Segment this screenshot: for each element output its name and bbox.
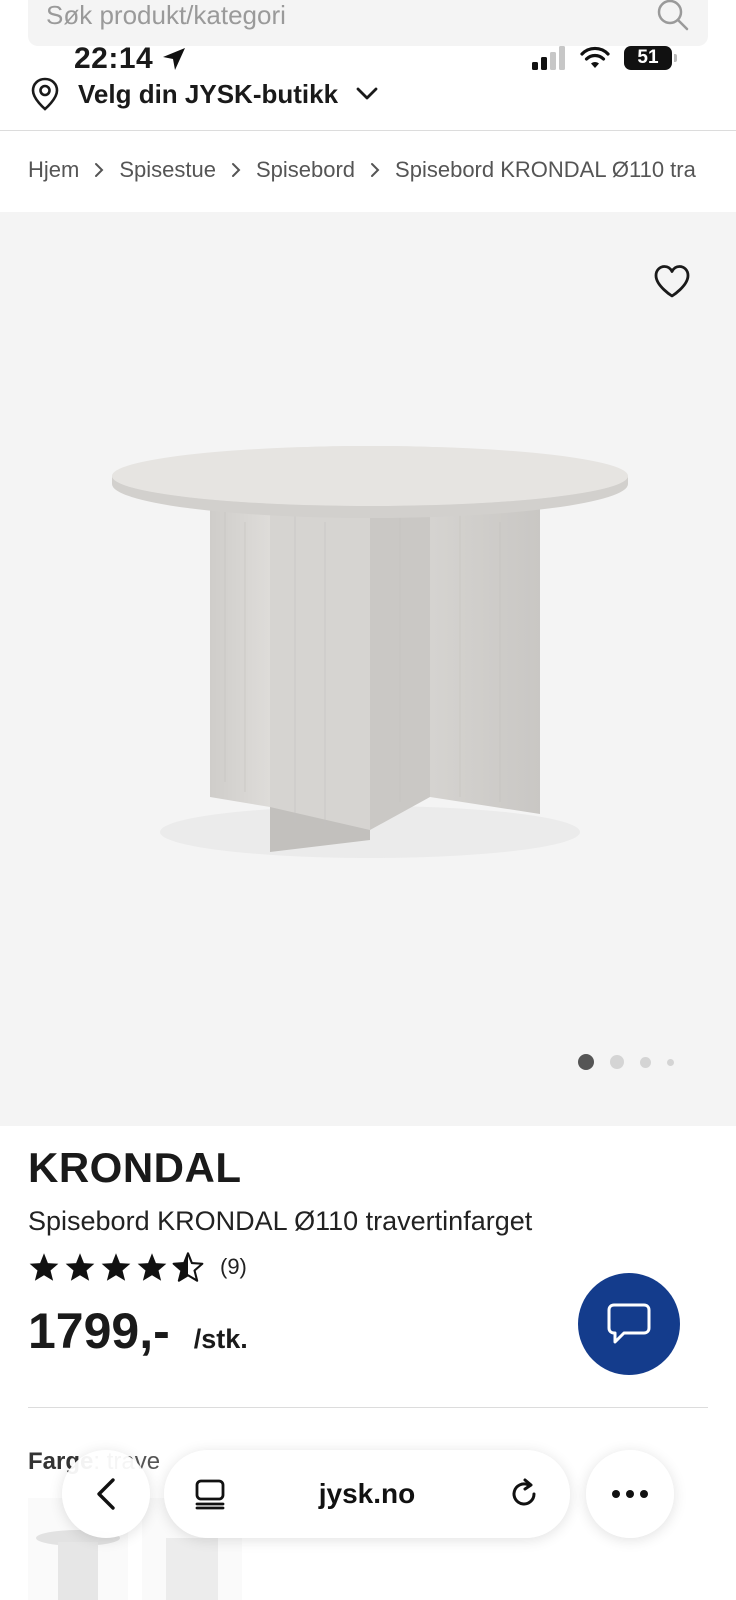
- star-half-icon: [172, 1252, 204, 1282]
- battery-level: 51: [637, 47, 659, 68]
- chevron-right-icon: [355, 162, 395, 178]
- info-divider: [28, 1407, 708, 1408]
- price-row: 1799,- /stk.: [28, 1302, 248, 1360]
- breadcrumb-item-spisebord[interactable]: Spisebord: [256, 157, 355, 183]
- wifi-icon: [580, 46, 610, 68]
- breadcrumb: Hjem Spisestue Spisebord Spisebord KROND…: [28, 152, 736, 188]
- store-selector[interactable]: Velg din JYSK-butikk: [30, 74, 378, 114]
- status-time: 22:14: [74, 42, 187, 76]
- gallery-dot[interactable]: [640, 1056, 651, 1068]
- chat-bubble-icon: [607, 1303, 651, 1344]
- product-name: Spisebord KRONDAL Ø110 travertinfarget: [28, 1206, 533, 1236]
- breadcrumb-item-home[interactable]: Hjem: [28, 157, 79, 183]
- price-unit: /stk.: [193, 1324, 248, 1354]
- header-divider: [0, 130, 736, 131]
- chevron-down-icon: [356, 87, 378, 100]
- product-price: 1799,-: [28, 1303, 170, 1359]
- store-selector-label: Velg din JYSK-butikk: [78, 78, 339, 109]
- star-icon: [29, 1253, 59, 1281]
- location-arrow-icon: [163, 48, 186, 70]
- search-input[interactable]: Søk produkt/kategori: [46, 0, 656, 31]
- chevron-right-icon: [79, 162, 119, 178]
- browser-more-button[interactable]: [586, 1450, 674, 1538]
- rating-count: (9): [220, 1254, 247, 1279]
- status-time-text: 22:14: [74, 42, 154, 75]
- gallery-pagination: [578, 1054, 674, 1070]
- location-pin-icon: [31, 77, 59, 111]
- address-bar[interactable]: jysk.no: [164, 1450, 570, 1538]
- product-image: [112, 446, 628, 858]
- search-icon[interactable]: [656, 0, 690, 32]
- chevron-left-icon: [97, 1478, 115, 1510]
- star-icon: [101, 1253, 131, 1281]
- product-brand: KRONDAL: [28, 1144, 242, 1191]
- heart-icon[interactable]: [652, 262, 692, 302]
- star-icon: [137, 1253, 167, 1281]
- tabs-overview-icon[interactable]: [194, 1478, 226, 1510]
- address-bar-url: jysk.no: [318, 1478, 416, 1509]
- breadcrumb-item-current: Spisebord KRONDAL Ø110 tra: [395, 157, 696, 182]
- status-icons: 51: [532, 46, 677, 70]
- more-dots-icon: [612, 1490, 648, 1498]
- browser-back-button[interactable]: [62, 1450, 150, 1538]
- product-gallery[interactable]: [0, 212, 736, 1126]
- breadcrumb-item-spisestue[interactable]: Spisestue: [119, 157, 216, 183]
- gallery-dot[interactable]: [667, 1058, 674, 1066]
- product-rating[interactable]: (9): [28, 1252, 247, 1282]
- gallery-dot[interactable]: [610, 1055, 624, 1069]
- star-icon: [65, 1253, 95, 1281]
- chat-button[interactable]: [578, 1273, 680, 1375]
- battery-icon: 51: [624, 46, 677, 70]
- reload-icon[interactable]: [508, 1478, 540, 1510]
- chevron-right-icon: [216, 162, 256, 178]
- gallery-dot-active[interactable]: [578, 1054, 594, 1070]
- browser-toolbar: jysk.no: [0, 1450, 736, 1550]
- cellular-signal-icon: [532, 46, 565, 70]
